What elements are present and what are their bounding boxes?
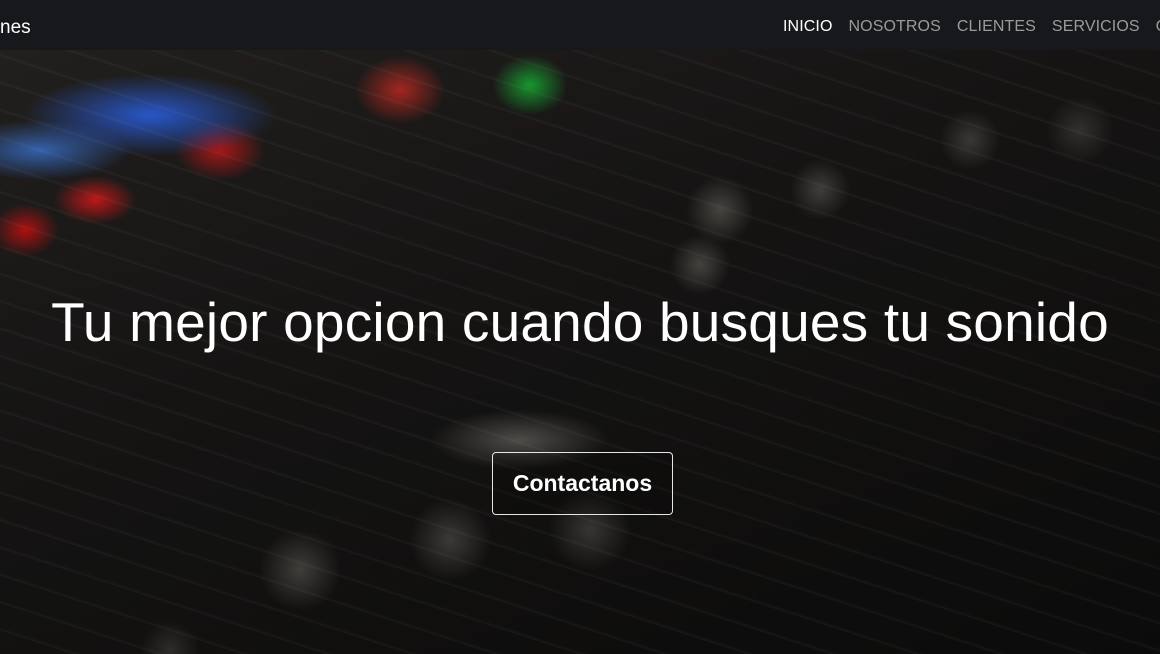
nav-item-servicios: SERVICIOS — [1052, 17, 1140, 37]
nav-menu: INICIO NOSOTROS CLIENTES SERVICIOS C — [783, 17, 1160, 37]
brand-logo-text[interactable]: nes — [0, 17, 31, 39]
nav-link-nosotros[interactable]: NOSOTROS — [849, 18, 941, 35]
nav-item-nosotros: NOSOTROS — [849, 17, 941, 37]
nav-item-contacto: C — [1156, 17, 1160, 37]
contact-button[interactable]: Contactanos — [492, 452, 673, 515]
navbar: nes INICIO NOSOTROS CLIENTES SERVICIOS C — [0, 0, 1160, 50]
nav-link-servicios[interactable]: SERVICIOS — [1052, 18, 1140, 35]
nav-link-clientes[interactable]: CLIENTES — [957, 18, 1036, 35]
nav-link-contacto[interactable]: C — [1156, 18, 1160, 35]
nav-item-clientes: CLIENTES — [957, 17, 1036, 37]
hero-title: Tu mejor opcion cuando busques tu sonido — [51, 291, 1109, 353]
hero-section: Tu mejor opcion cuando busques tu sonido… — [0, 50, 1160, 654]
nav-item-inicio: INICIO — [783, 17, 833, 37]
nav-link-inicio[interactable]: INICIO — [783, 18, 833, 35]
